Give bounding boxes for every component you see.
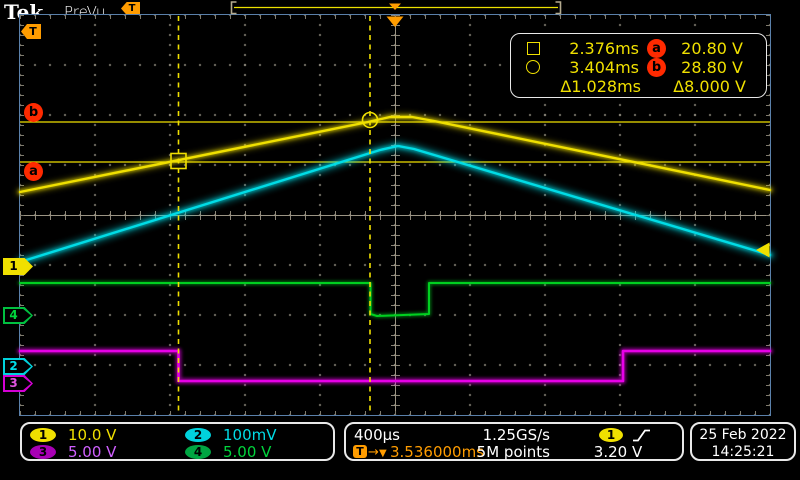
sample-rate: 1.25GS/s	[442, 427, 550, 444]
channel2-badge[interactable]: 2	[185, 428, 211, 442]
cursor-b-volt: 28.80 V	[669, 58, 743, 77]
time-label: 14:25:21	[692, 444, 794, 461]
channel4-scale: 5.00 V	[223, 444, 271, 461]
channel1-scale: 10.0 V	[68, 427, 116, 444]
channel3-scale: 5.00 V	[68, 444, 116, 461]
cursor-a-level-badge: a	[24, 162, 43, 181]
date-label: 25 Feb 2022	[692, 427, 794, 444]
channel2-scale: 100mV	[223, 427, 277, 444]
channel3-ground-marker[interactable]: 3	[3, 375, 33, 392]
cursor-a-badge: a	[647, 39, 666, 58]
datetime-box: 25 Feb 2022 14:25:21	[690, 422, 796, 461]
record-length: 5M points	[442, 444, 550, 461]
channel4-ground-marker[interactable]: 4	[3, 307, 33, 324]
timebase-scale: 400µs	[354, 427, 400, 444]
cursor-a-volt: 20.80 V	[669, 39, 743, 58]
trigger-level: 3.20 V	[586, 444, 650, 461]
graticule-center-vticks	[391, 15, 400, 415]
channel2-ground-label: 2	[3, 358, 33, 375]
channel-scales-box[interactable]: 1 10.0 V 2 100mV 3 5.00 V 4 5.00 V	[20, 422, 335, 461]
channel1-ground-marker[interactable]: 1	[3, 258, 33, 275]
cursor-a-time: 2.376ms	[541, 39, 639, 58]
cursor-a-square-icon	[527, 42, 540, 55]
trigger-slope-icon	[632, 428, 652, 443]
cursor-b-level-badge: b	[24, 103, 43, 122]
cursor-b-time: 3.404ms	[541, 58, 639, 77]
graticule-top-ticks	[20, 15, 770, 19]
channel1-badge[interactable]: 1	[30, 428, 56, 442]
graticule-bottom-ticks	[20, 411, 770, 415]
trigger-source-badge[interactable]: 1	[599, 428, 623, 442]
channel2-ground-marker[interactable]: 2	[3, 358, 33, 375]
inspector-right-bracket[interactable]	[556, 2, 561, 14]
inspector-left-bracket[interactable]	[232, 2, 237, 14]
channel3-ground-label: 3	[3, 375, 33, 392]
cursor-b-circle-icon	[526, 60, 540, 74]
channel3-badge[interactable]: 3	[30, 445, 56, 459]
horizontal-trigger-box[interactable]: 400µs 1.25GS/s T → ▼ 3.536000ms 5M point…	[344, 422, 684, 461]
inspector-trigger-tri-icon[interactable]	[389, 4, 401, 11]
channel1-ground-label: 1	[3, 258, 33, 275]
cursor-b-badge: b	[647, 58, 666, 77]
channel4-badge[interactable]: 4	[185, 445, 211, 459]
cursor-readout-box: 2.376ms a 20.80 V 3.404ms b 28.80 V Δ1.0…	[510, 33, 767, 98]
graticule-left-ticks	[20, 15, 24, 415]
cursor-delta-time: Δ1.028ms	[541, 77, 641, 96]
trigger-tri-icon: ▼	[379, 445, 387, 462]
channel4-ground-label: 4	[3, 307, 33, 324]
cursor-delta-volt: Δ8.000 V	[666, 77, 746, 96]
trigger-arrow-icon: →	[368, 444, 379, 461]
trigger-t-icon: T	[353, 445, 367, 458]
oscilloscope-screen: Tek PreVu T T b a 1 4 2 3	[0, 0, 800, 480]
